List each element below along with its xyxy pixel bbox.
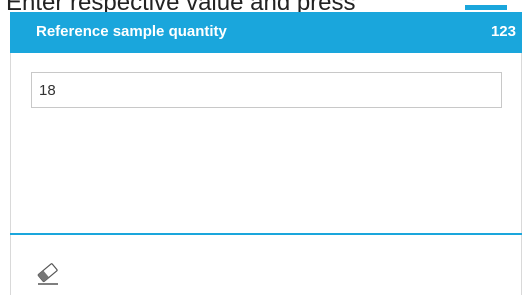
- eraser-icon: [37, 263, 58, 285]
- dialog-title: Reference sample quantity: [36, 23, 227, 40]
- dialog-footer: [10, 235, 522, 295]
- confirm-key-indicator: [465, 5, 507, 10]
- dialog-code: 123: [490, 23, 516, 40]
- dialog-header: Reference sample quantity 123: [10, 12, 522, 53]
- clear-button[interactable]: [33, 259, 63, 289]
- quantity-input[interactable]: [31, 72, 502, 108]
- dialog-screen: Enter respective value and press Referen…: [0, 0, 524, 295]
- input-panel: [10, 53, 522, 233]
